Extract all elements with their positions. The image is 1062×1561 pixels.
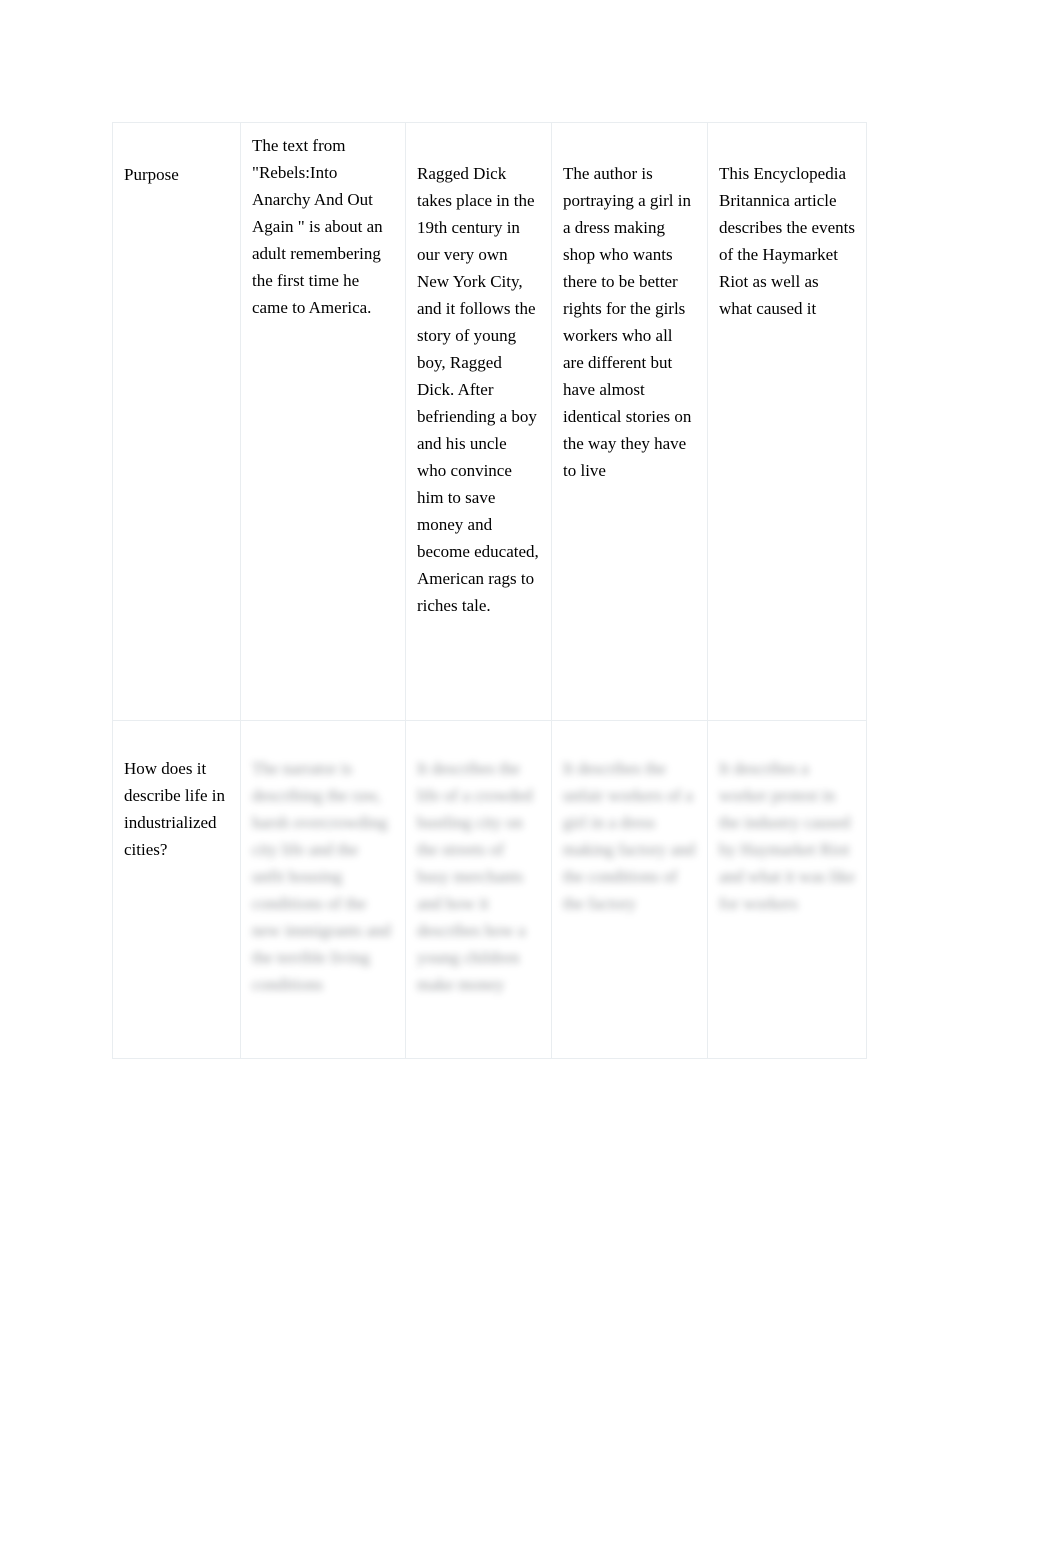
table-cell-cities-source-4: It describes the unfair workers of a gir… <box>551 720 708 1059</box>
cell-text: Ragged Dick takes place in the 19th cent… <box>417 164 539 615</box>
cell-text-redacted: The narrator is describing the raw, hars… <box>252 759 391 994</box>
row-label-text: Purpose <box>124 165 179 184</box>
cell-text: The text from "Rebels:Into Anarchy And O… <box>252 136 383 317</box>
cell-text-redacted: It describes a worker protest in the ind… <box>719 759 855 913</box>
comparison-table: Purpose The text from "Rebels:Into Anarc… <box>112 122 867 1059</box>
table-cell-purpose-source-4: The author is portraying a girl in a dre… <box>551 122 708 721</box>
cell-text-redacted: It describes the life of a crowded bustl… <box>417 759 533 994</box>
table-row: How does it describe life in industriali… <box>112 720 867 1059</box>
cell-text-redacted: It describes the unfair workers of a gir… <box>563 759 696 913</box>
table-cell-purpose-source-5: This Encyclopedia Britannica article des… <box>707 122 867 721</box>
document-page: Purpose The text from "Rebels:Into Anarc… <box>0 0 1062 1561</box>
table-cell-row-label-industrialized-cities: How does it describe life in industriali… <box>112 720 241 1059</box>
table-cell-cities-source-2: The narrator is describing the raw, hars… <box>240 720 406 1059</box>
table-cell-cities-source-3: It describes the life of a crowded bustl… <box>405 720 552 1059</box>
cell-text: The author is portraying a girl in a dre… <box>563 164 692 480</box>
table-cell-cities-source-5: It describes a worker protest in the ind… <box>707 720 867 1059</box>
cell-text: This Encyclopedia Britannica article des… <box>719 164 855 318</box>
table-cell-purpose-source-3: Ragged Dick takes place in the 19th cent… <box>405 122 552 721</box>
table-row: Purpose The text from "Rebels:Into Anarc… <box>112 122 867 721</box>
table-cell-purpose-source-2: The text from "Rebels:Into Anarchy And O… <box>240 122 406 721</box>
table-cell-row-label-purpose: Purpose <box>112 122 241 721</box>
row-label-text: How does it describe life in industriali… <box>124 759 226 859</box>
